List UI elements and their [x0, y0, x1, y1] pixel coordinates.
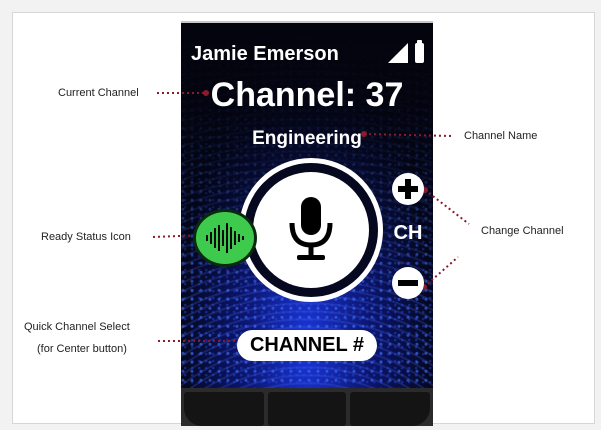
radio-device: Jamie Emerson Channel: 37 Engineering CH… — [181, 21, 433, 426]
signal-bars-icon — [388, 43, 408, 63]
user-name: Jamie Emerson — [191, 43, 339, 65]
current-channel: Channel: 37 — [210, 76, 404, 114]
channel-control-label: CH — [393, 222, 423, 244]
softkey-right[interactable] — [350, 392, 430, 426]
channel-down-button[interactable] — [392, 267, 424, 299]
channel-up-button[interactable] — [392, 173, 424, 205]
callout-current-channel: Current Channel — [58, 87, 139, 99]
plus-icon — [398, 179, 418, 199]
callout-channel-name: Channel Name — [464, 130, 538, 142]
radio-screen: Jamie Emerson Channel: 37 Engineering CH… — [181, 23, 433, 388]
callout-change-channel: Change Channel — [481, 225, 564, 237]
quick-channel-select-button[interactable]: CHANNEL # — [237, 330, 377, 361]
battery-icon — [415, 40, 424, 63]
audio-waveform-icon — [206, 223, 244, 253]
softkey-left[interactable] — [184, 392, 264, 426]
callout-ready-status: Ready Status Icon — [41, 231, 131, 243]
channel-name: Engineering — [252, 128, 362, 149]
ready-status-icon — [193, 209, 257, 267]
push-to-talk-button[interactable] — [253, 172, 369, 288]
microphone-icon — [289, 197, 333, 260]
softkey-bar — [181, 388, 433, 426]
callout-quick-select-line1: Quick Channel Select — [24, 321, 130, 333]
minus-icon — [398, 280, 418, 286]
callout-quick-select-line2: (for Center button) — [37, 343, 127, 355]
softkey-center[interactable] — [268, 392, 346, 426]
